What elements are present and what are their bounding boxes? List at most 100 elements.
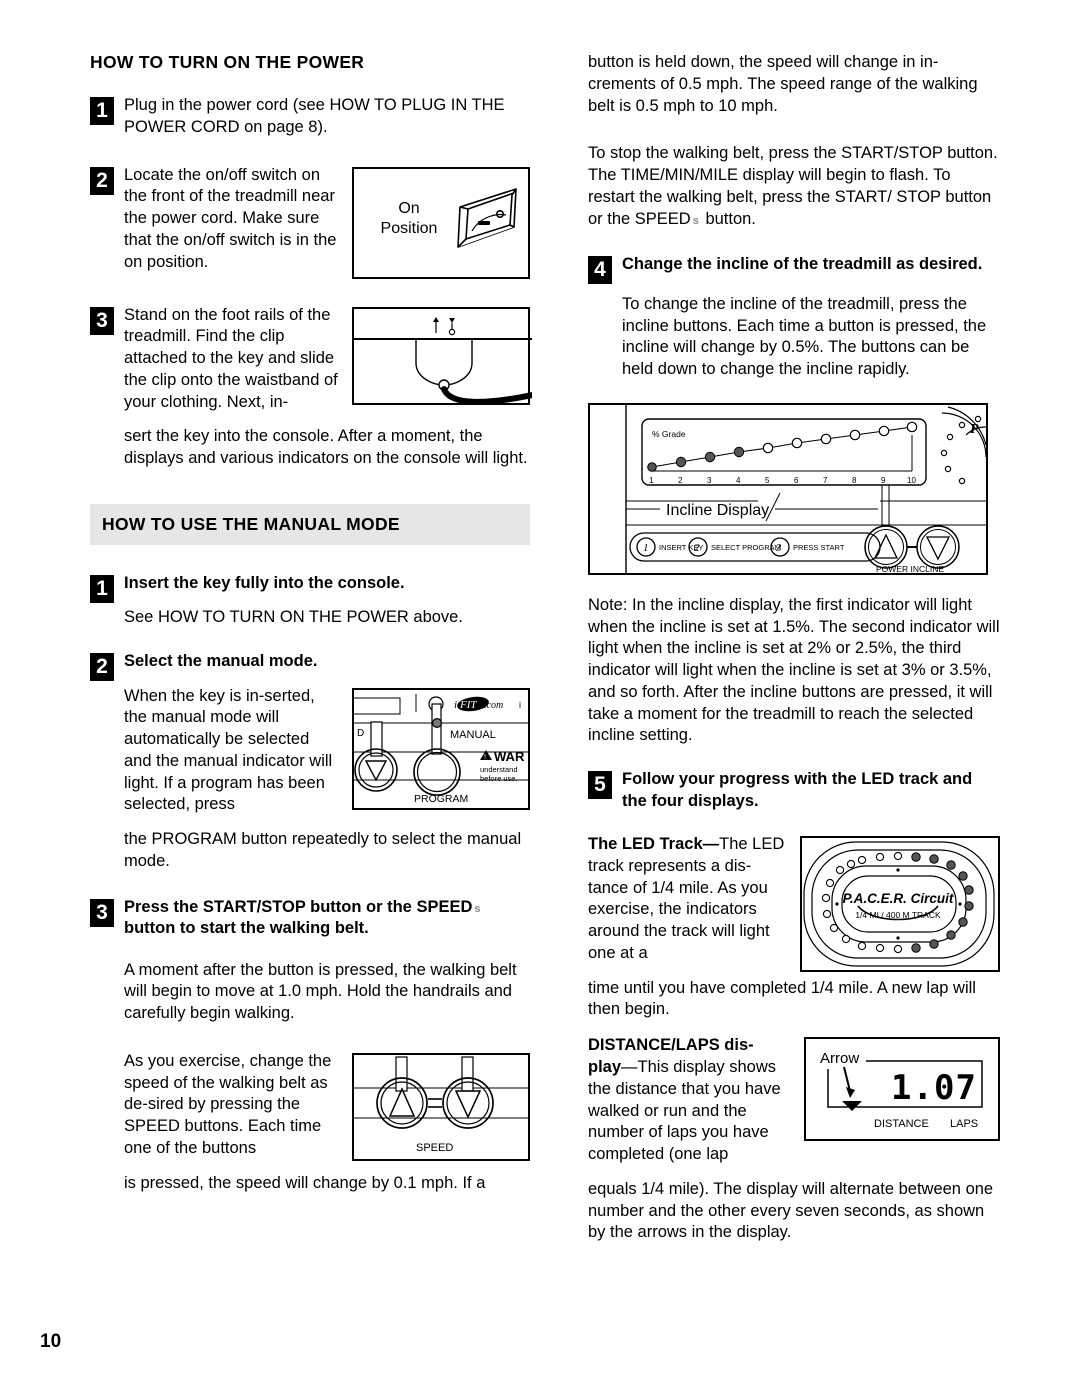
- distance-laps-block: Arrow 1.07 DISTANCE LAPS DISTANCE/LAPS d…: [588, 1035, 1000, 1244]
- incline-dot-3: [704, 451, 716, 463]
- manual-step-2: 2 Select the manual mode. D MANUAL PROGR…: [90, 651, 530, 873]
- step-5-progress: 5 Follow your progress with the LED trac…: [588, 769, 1000, 812]
- onoff-label-line1: On: [398, 199, 420, 217]
- manual-step-3-body-rest: is pressed, the speed will change by 0.1…: [124, 1173, 486, 1192]
- incline-dot-5: [762, 442, 774, 454]
- svg-text:3: 3: [707, 476, 712, 485]
- page-number: 10: [40, 1331, 62, 1352]
- manual-step-2-title: Select the manual mode.: [124, 652, 318, 671]
- svg-text:6: 6: [794, 476, 799, 485]
- step-2-power: 2 On Position Locate the on/off switch o…: [90, 165, 530, 283]
- continuation-para-2-part2: button.: [705, 209, 756, 228]
- step-1-text: Plug in the power cord (see HOW TO PLUG …: [124, 96, 505, 136]
- console-right-letter: i: [519, 700, 521, 710]
- step-4-title: Change the incline of the treadmill as d…: [622, 255, 983, 274]
- pacer-subtitle-text: 1/4 MI / 400 M TRACK: [855, 910, 941, 920]
- figure-distance-laps: Arrow 1.07 DISTANCE LAPS: [804, 1037, 1000, 1142]
- speed-figure-label: SPEED: [416, 1142, 453, 1154]
- incline-dot-7: [820, 433, 832, 445]
- manual-step-number-2: 2: [90, 653, 114, 682]
- manual-step-1: 1 Insert the key fully into the console.…: [90, 573, 530, 629]
- key-clip-drawing: [354, 316, 532, 405]
- svg-text:1: 1: [649, 476, 654, 485]
- svg-text:.com: .com: [484, 700, 503, 711]
- distance-laps-drawing: Arrow 1.07 DISTANCE LAPS: [820, 1050, 983, 1130]
- strip-label-1: INSERT KEY: [659, 543, 703, 552]
- ifit-logo: i FIT .com: [454, 696, 503, 711]
- arrow-pointer: [843, 1066, 855, 1099]
- onoff-label-line2: Position: [380, 220, 438, 238]
- step-4-body: To change the incline of the treadmill, …: [622, 294, 987, 379]
- step-number-3: 3: [90, 306, 114, 335]
- svg-text:4: 4: [736, 476, 741, 485]
- incline-dot-6: [791, 437, 803, 449]
- figure-onoff-switch: On Position: [352, 166, 530, 279]
- manual-step-number-3: 3: [90, 898, 114, 927]
- section-band-manual-mode: HOW TO USE THE MANUAL MODE: [90, 503, 530, 545]
- console-warning-line2: before use.: [480, 774, 518, 783]
- page-title-power: HOW TO TURN ON THE POWER: [90, 52, 365, 72]
- step-number-5: 5: [588, 771, 612, 800]
- manual-step-number-1: 1: [90, 574, 114, 603]
- distance-laps-title-line2: play: [588, 1057, 622, 1076]
- console-warning-line1: understand: [480, 765, 518, 774]
- incline-dot-4: [733, 446, 745, 458]
- distance-label: DISTANCE: [874, 1118, 929, 1130]
- onoff-label: On Position: [372, 199, 446, 241]
- console-manual-drawing: D MANUAL PROGRAM i i FIT .com ! WAR unde…: [354, 693, 528, 805]
- console-program-label: PROGRAM: [414, 793, 468, 805]
- figure-speed-buttons: SPEED: [352, 1052, 530, 1161]
- led-track-block: P.A.C.E.R. Circuit 1/4 MI / 400 M TRACK …: [588, 834, 1000, 1021]
- speed-arrow-icon: s: [474, 902, 481, 915]
- figure-key-clip: [352, 306, 532, 405]
- manual-step-1-title: Insert the key fully into the console.: [124, 573, 405, 592]
- pacer-track-drawing: P.A.C.E.R. Circuit 1/4 MI / 400 M TRACK: [803, 841, 995, 967]
- distance-laps-text-rest: equals 1/4 mile). The display will alter…: [588, 1179, 994, 1242]
- continuation-para-2: To stop the walking belt, press the STAR…: [588, 143, 1000, 230]
- distance-laps-title-line1: DISTANCE/LAPS dis-: [588, 1036, 754, 1055]
- svg-text:8: 8: [852, 476, 857, 485]
- console-left-letter: D: [357, 728, 364, 739]
- led-track-body-wrap: The LED track represents a dis-tance of …: [588, 835, 785, 962]
- svg-text:2: 2: [678, 476, 683, 485]
- step-number-2: 2: [90, 166, 114, 195]
- console-warning-label: WAR: [494, 749, 525, 764]
- manual-step-3: 3 Press the START/STOP button or the SPE…: [90, 897, 530, 1195]
- svg-text:7: 7: [823, 476, 828, 485]
- pacer-partial-text: P: [970, 422, 979, 437]
- step-number-1: 1: [90, 97, 114, 125]
- strip-label-3: PRESS START: [793, 543, 845, 552]
- step-3-text-rest: sert the key into the console. After a m…: [124, 427, 528, 468]
- left-column: HOW TO TURN ON THE POWER 1 Plug in the p…: [90, 52, 532, 1216]
- pacer-brand-text: P.A.C.E.R. Circuit: [843, 891, 954, 906]
- incline-dot-8: [849, 429, 861, 441]
- incline-note: Note: In the incline display, the first …: [588, 595, 1000, 745]
- svg-text:9: 9: [881, 476, 886, 485]
- manual-page: HOW TO TURN ON THE POWER 1 Plug in the p…: [0, 0, 1080, 1397]
- laps-label: LAPS: [950, 1118, 978, 1130]
- figure-console-manual: D MANUAL PROGRAM i i FIT .com ! WAR unde…: [352, 687, 530, 810]
- svg-text:FIT: FIT: [459, 699, 477, 711]
- strip-label-2: SELECT PROGRAM: [711, 543, 781, 552]
- manual-step-3-title-part2: button to start the walking belt.: [124, 919, 369, 938]
- display-arrow-triangle: [842, 1101, 862, 1112]
- incline-dot-1: [647, 462, 657, 472]
- manual-step-3-title-part1: Press the START/STOP button or the SPEED: [124, 897, 473, 916]
- incline-dot-10: [906, 421, 918, 433]
- figure-incline-display: % Grade 1 2 3 4 5 6 7 8 9 10 Incline Dis…: [588, 402, 988, 575]
- strip-num-1: 1: [643, 542, 649, 554]
- speed-buttons-drawing: SPEED: [354, 1056, 528, 1154]
- manual-step-3-body1: A moment after the button is pressed, th…: [124, 960, 517, 1023]
- svg-text:10: 10: [907, 476, 916, 485]
- led-track-title: The LED Track—: [588, 835, 720, 854]
- incline-dot-2: [675, 456, 687, 468]
- continuation-para-2-part1: To stop the walking belt, press the STAR…: [588, 144, 998, 228]
- incline-display-caption: Incline Display: [666, 502, 769, 519]
- power-incline-label: POWER INCLINE: [876, 564, 944, 573]
- page-title-manual-mode: HOW TO USE THE MANUAL MODE: [102, 513, 400, 534]
- distance-arrow-label: Arrow: [820, 1050, 859, 1067]
- svg-text:!: !: [484, 754, 486, 761]
- led-track-text-rest: time until you have completed 1/4 mile. …: [588, 978, 976, 1019]
- distance-value: 1.07: [891, 1068, 977, 1108]
- svg-text:5: 5: [765, 476, 770, 485]
